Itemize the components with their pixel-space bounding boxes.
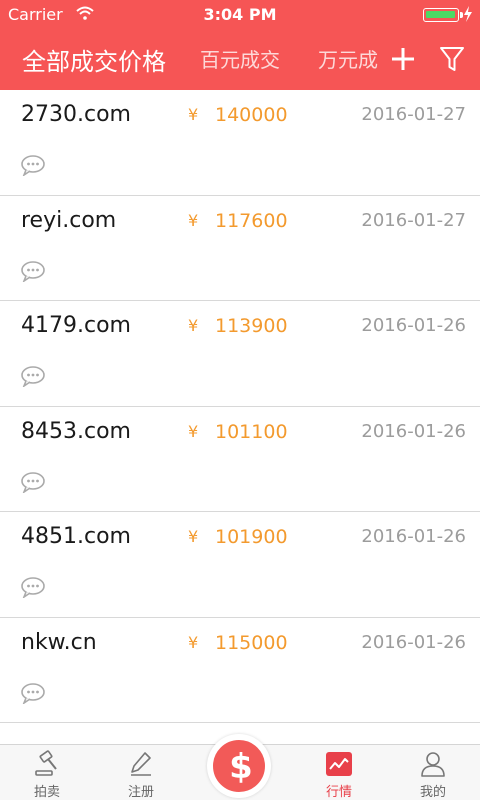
domain-name: 4179.com bbox=[21, 313, 131, 338]
tabbar-item-register[interactable]: 注册 bbox=[96, 745, 186, 800]
nav-bar: 全部成交价格 百元成交 万元成 bbox=[0, 28, 480, 90]
deal-date: 2016-01-26 bbox=[361, 631, 466, 653]
user-icon bbox=[421, 752, 445, 777]
domain-name: 4851.com bbox=[21, 524, 131, 549]
domain-name: 2730.com bbox=[21, 102, 131, 127]
trend-chart-icon bbox=[326, 752, 352, 776]
gavel-icon bbox=[35, 750, 57, 776]
status-bar: Carrier 3:04 PM bbox=[0, 0, 480, 28]
deal-date: 2016-01-26 bbox=[361, 420, 466, 442]
currency-symbol: ¥ bbox=[188, 527, 199, 546]
clock-time: 3:04 PM bbox=[203, 5, 277, 24]
charging-bolt-icon bbox=[464, 6, 472, 22]
comment-icon[interactable] bbox=[20, 576, 46, 598]
pen-icon bbox=[131, 752, 151, 776]
tabbar-label: 行情 bbox=[325, 785, 352, 800]
list-item[interactable]: 2730.com ¥ 140000 2016-01-27 bbox=[0, 90, 480, 196]
deal-price: 101100 bbox=[215, 420, 288, 443]
currency-symbol: ¥ bbox=[188, 210, 199, 230]
deal-list: 2730.com ¥ 140000 2016-01-27 reyi.com ¥ … bbox=[0, 90, 480, 744]
list-item[interactable]: 4851.com ¥ 101900 2016-01-26 bbox=[0, 512, 480, 618]
comment-icon[interactable] bbox=[20, 471, 46, 493]
comment-icon[interactable] bbox=[20, 154, 46, 176]
list-item[interactable]: 8453.com ¥ 101100 2016-01-26 bbox=[0, 407, 480, 512]
tabbar-item-auction[interactable]: 拍卖 bbox=[2, 745, 92, 800]
list-item[interactable]: 4179.com ¥ 113900 2016-01-26 bbox=[0, 301, 480, 407]
deal-date: 2016-01-26 bbox=[361, 315, 466, 336]
tabbar-item-market[interactable]: 行情 bbox=[294, 745, 384, 800]
center-dollar-button[interactable]: $ bbox=[207, 734, 271, 798]
deal-date: 2016-01-26 bbox=[361, 526, 466, 547]
deal-price: 117600 bbox=[215, 209, 288, 232]
tab-all-prices[interactable]: 全部成交价格 bbox=[22, 42, 166, 77]
domain-name: 8453.com bbox=[21, 418, 131, 444]
carrier-label: Carrier bbox=[8, 5, 63, 24]
domain-name: nkw.cn bbox=[21, 629, 97, 655]
filter-icon[interactable] bbox=[438, 45, 466, 73]
tabbar-label: 我的 bbox=[419, 785, 446, 800]
battery-icon bbox=[423, 8, 463, 22]
comment-icon[interactable] bbox=[20, 365, 46, 387]
tabbar-label: 注册 bbox=[127, 785, 154, 800]
dollar-symbol: $ bbox=[229, 747, 253, 787]
deal-price: 113900 bbox=[215, 315, 288, 337]
list-item[interactable]: reyi.com ¥ 117600 2016-01-27 bbox=[0, 196, 480, 301]
list-item[interactable]: nkw.cn ¥ 115000 2016-01-26 bbox=[0, 618, 480, 723]
wifi-icon bbox=[76, 6, 94, 20]
deal-date: 2016-01-27 bbox=[361, 209, 466, 231]
tabbar-label: 拍卖 bbox=[33, 785, 60, 800]
deal-price: 101900 bbox=[215, 526, 288, 548]
segment-tabs: 全部成交价格 百元成交 万元成 bbox=[0, 28, 382, 90]
deal-price: 140000 bbox=[215, 104, 288, 126]
tab-ten-thousand-yuan[interactable]: 万元成 bbox=[318, 44, 378, 73]
tab-hundred-yuan[interactable]: 百元成交 bbox=[200, 44, 280, 73]
currency-symbol: ¥ bbox=[188, 105, 199, 124]
tabbar-item-mine[interactable]: 我的 bbox=[388, 745, 478, 800]
plus-icon[interactable] bbox=[389, 45, 417, 73]
domain-name: reyi.com bbox=[21, 207, 117, 233]
currency-symbol: ¥ bbox=[188, 421, 199, 441]
currency-symbol: ¥ bbox=[188, 316, 199, 335]
deal-date: 2016-01-27 bbox=[361, 104, 466, 125]
dollar-icon: $ bbox=[211, 738, 267, 794]
comment-icon[interactable] bbox=[20, 260, 46, 282]
currency-symbol: ¥ bbox=[188, 632, 199, 652]
header: Carrier 3:04 PM 全部成交价格 百元成交 万元成 bbox=[0, 0, 480, 90]
comment-icon[interactable] bbox=[20, 682, 46, 704]
app-screen: Carrier 3:04 PM 全部成交价格 百元成交 万元成 2730.com… bbox=[0, 0, 480, 800]
deal-price: 115000 bbox=[215, 631, 288, 654]
